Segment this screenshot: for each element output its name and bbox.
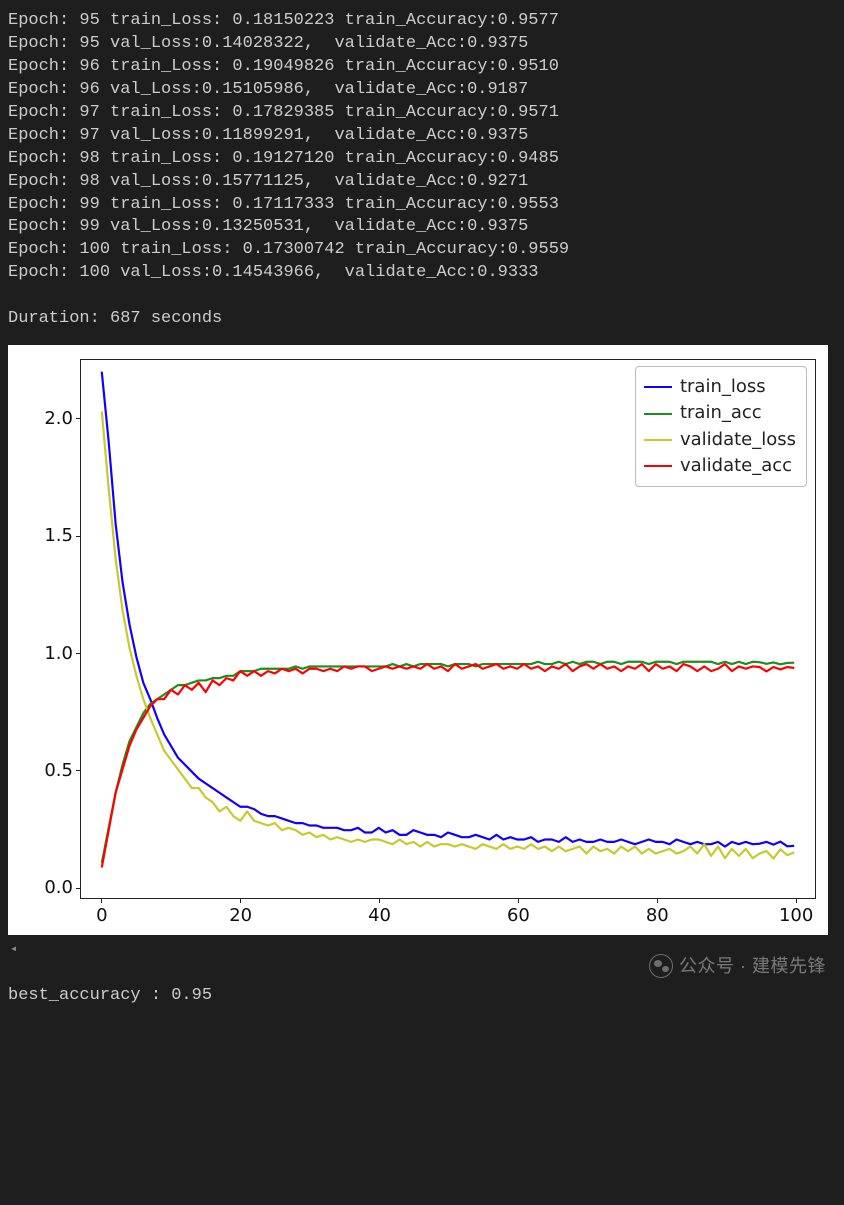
log-line: Epoch: 95 train_Loss: 0.18150223 train_A… (8, 10, 836, 33)
chart-legend: train_losstrain_acc validate_lossvalidate… (635, 366, 807, 487)
legend-entry: train_acc (644, 401, 796, 425)
legend-entry: train_loss (644, 375, 796, 399)
wechat-icon (649, 954, 673, 978)
log-line: Epoch: 99 val_Loss:0.13250531, validate_… (8, 216, 836, 239)
legend-label: train_acc (680, 401, 762, 425)
legend-swatch (644, 465, 672, 467)
training-chart: train_losstrain_acc validate_lossvalidate… (8, 345, 828, 935)
legend-swatch (644, 413, 672, 415)
training-log: Epoch: 95 train_Loss: 0.18150223 train_A… (8, 10, 836, 285)
legend-label: validate_acc (680, 454, 792, 478)
log-line: Epoch: 100 train_Loss: 0.17300742 train_… (8, 239, 836, 262)
log-line: Epoch: 97 train_Loss: 0.17829385 train_A… (8, 102, 836, 125)
output-container: Epoch: 95 train_Loss: 0.18150223 train_A… (0, 0, 844, 1020)
plot-area: train_losstrain_acc validate_lossvalidate… (80, 359, 816, 899)
log-line: Epoch: 99 train_Loss: 0.17117333 train_A… (8, 194, 836, 217)
legend-entry: validate_loss (644, 428, 796, 452)
duration-line: Duration: 687 seconds (8, 308, 836, 331)
log-line: Epoch: 100 val_Loss:0.14543966, validate… (8, 262, 836, 285)
legend-label: validate_loss (680, 428, 796, 452)
log-line: Epoch: 95 val_Loss:0.14028322, validate_… (8, 33, 836, 56)
legend-entry: validate_acc (644, 454, 796, 478)
log-line: Epoch: 98 train_Loss: 0.19127120 train_A… (8, 148, 836, 171)
legend-label: train_loss (680, 375, 766, 399)
series-validate_acc (102, 664, 794, 868)
log-line: Epoch: 98 val_Loss:0.15771125, validate_… (8, 171, 836, 194)
log-line: Epoch: 96 val_Loss:0.15105986, validate_… (8, 79, 836, 102)
log-line: Epoch: 96 train_Loss: 0.19049826 train_A… (8, 56, 836, 79)
log-line: Epoch: 97 val_Loss:0.11899291, validate_… (8, 125, 836, 148)
legend-swatch (644, 386, 672, 388)
wechat-watermark: 公众号 · 建模先锋 (649, 954, 826, 978)
wechat-text: 公众号 · 建模先锋 (679, 954, 826, 978)
legend-swatch (644, 439, 672, 441)
